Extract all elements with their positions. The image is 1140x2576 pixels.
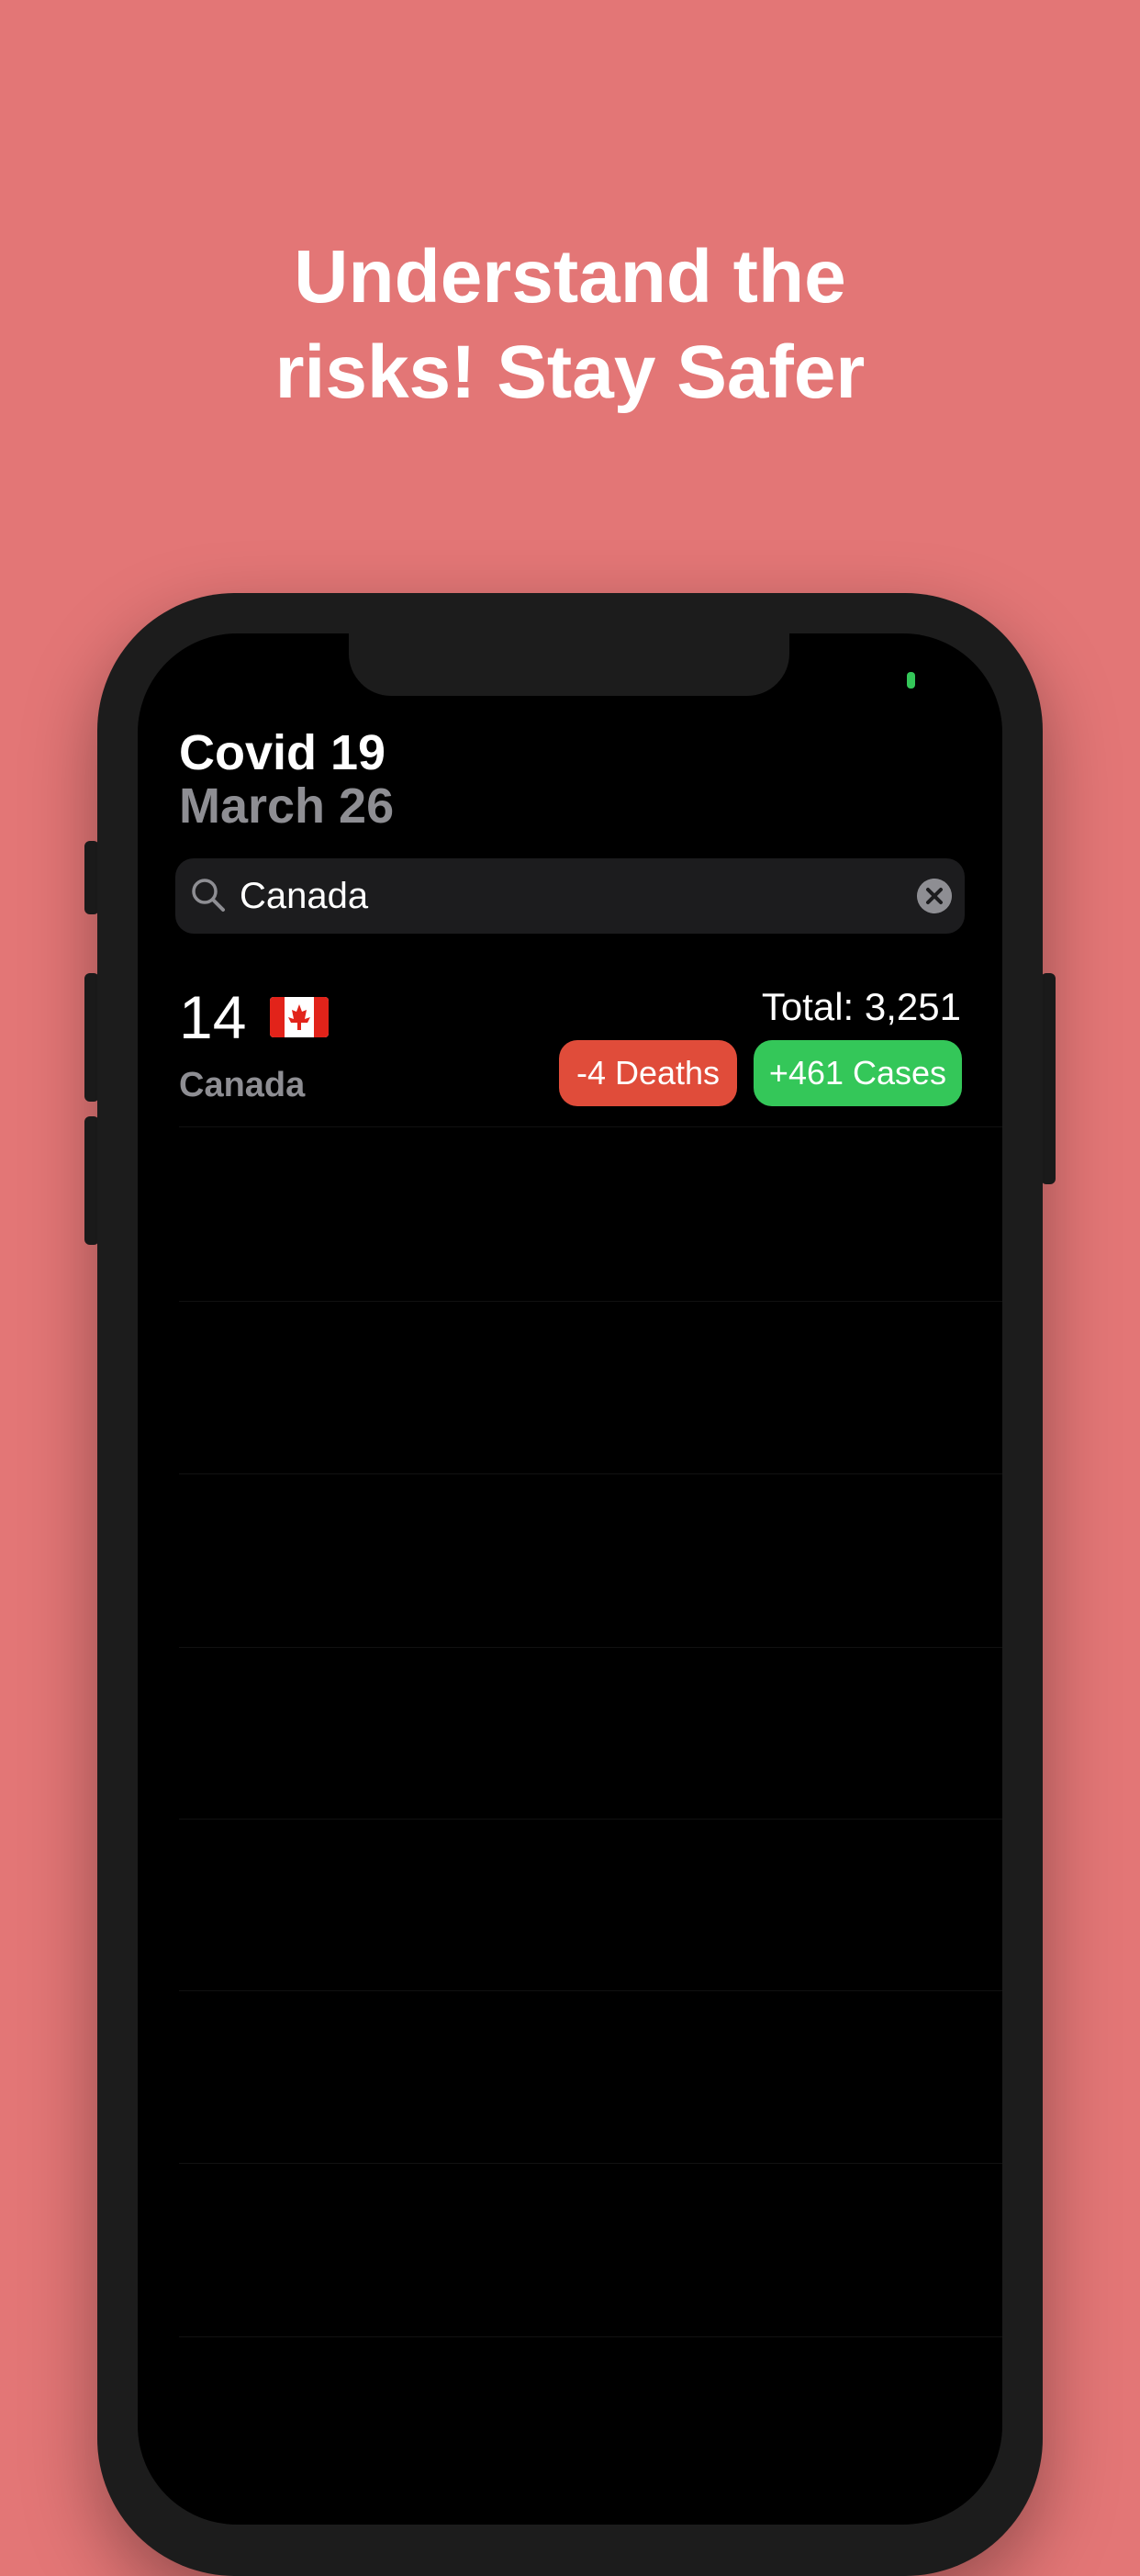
row-divider [179, 1647, 1002, 1648]
promo-headline-line-1: Understand the [294, 235, 846, 319]
deaths-badge: -4 Deaths [559, 1040, 737, 1106]
search-icon [192, 879, 225, 912]
row-divider [179, 1301, 1002, 1302]
app-date: March 26 [179, 778, 395, 834]
promo-headline: Understand the risks! Stay Safer [0, 230, 1140, 420]
app-title: Covid 19 [179, 725, 386, 780]
search-bar[interactable] [175, 858, 965, 934]
cases-badge: +461 Cases [754, 1040, 962, 1106]
row-divider [179, 1990, 1002, 1991]
row-divider [179, 1126, 1002, 1127]
canada-flag-icon [270, 997, 329, 1037]
country-rank: 14 [179, 983, 247, 1051]
row-divider [179, 2336, 1002, 2337]
search-input[interactable] [240, 858, 882, 934]
row-divider [179, 1819, 1002, 1820]
clear-search-icon[interactable] [917, 879, 952, 913]
camera-indicator-icon [907, 672, 915, 689]
phone-notch [349, 633, 789, 696]
row-divider [179, 2163, 1002, 2164]
row-divider [179, 1473, 1002, 1474]
country-name: Canada [179, 1066, 306, 1104]
total-count: Total: 3,251 [761, 985, 961, 1028]
phone-power-button [1041, 973, 1056, 1184]
promo-headline-line-2: risks! Stay Safer [274, 330, 866, 414]
phone-screen: Covid 19 March 26 14 Canada Total: 3,251… [138, 633, 1002, 2525]
